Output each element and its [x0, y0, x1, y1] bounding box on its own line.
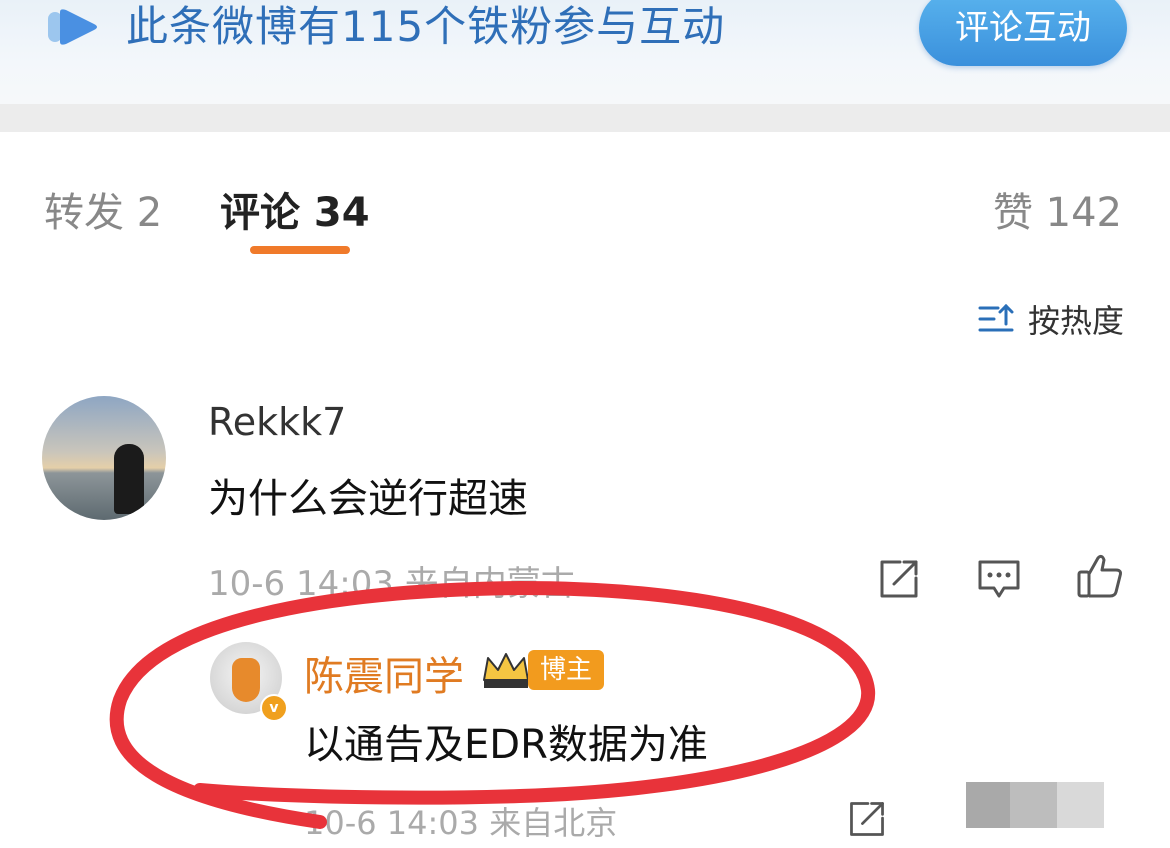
iron-fan-banner: 此条微博有115个铁粉参与互动 评论互动: [0, 0, 1170, 104]
tab-like[interactable]: 赞 142: [993, 180, 1122, 238]
section-divider: [0, 104, 1170, 132]
pixelated-area: [966, 782, 1104, 828]
share-icon[interactable]: [846, 798, 888, 840]
comment-interact-button[interactable]: 评论互动: [919, 0, 1127, 66]
sort-label: 按热度: [1027, 302, 1124, 340]
tab-repost[interactable]: 转发 2: [44, 180, 162, 238]
comment-text: 为什么会逆行超速: [208, 476, 528, 522]
sort-toggle[interactable]: 按热度: [978, 296, 1124, 342]
reply-icon[interactable]: [976, 556, 1022, 602]
blogger-badge: 博主: [528, 650, 605, 690]
verified-icon: v: [260, 694, 288, 722]
tab-comment[interactable]: 评论 34: [220, 180, 370, 238]
reply-author[interactable]: 陈震同学: [304, 644, 464, 702]
banner-text: 此条微博有115个铁粉参与互动: [126, 2, 726, 51]
crown-icon: [483, 653, 529, 688]
avatar-figure: [114, 444, 144, 514]
reply-avatar[interactable]: v: [210, 642, 288, 722]
share-icon[interactable]: [876, 556, 922, 602]
reply-text: 以通告及EDR数据为准: [304, 722, 708, 768]
comment-meta: 10-6 14:03 来自内蒙古: [208, 564, 575, 604]
avatar[interactable]: [42, 396, 166, 520]
play-arrows-icon: [48, 9, 97, 45]
avatar-carrot: [232, 658, 260, 702]
like-icon[interactable]: [1076, 552, 1124, 600]
tab-bar: 转发 2 评论 34 赞 142: [0, 160, 1170, 260]
comment-author[interactable]: Rekkk7: [208, 400, 346, 444]
sort-icon: [978, 303, 1014, 332]
reply-meta: 10-6 14:03 来自北京: [304, 804, 618, 842]
tab-active-indicator: [250, 246, 350, 254]
